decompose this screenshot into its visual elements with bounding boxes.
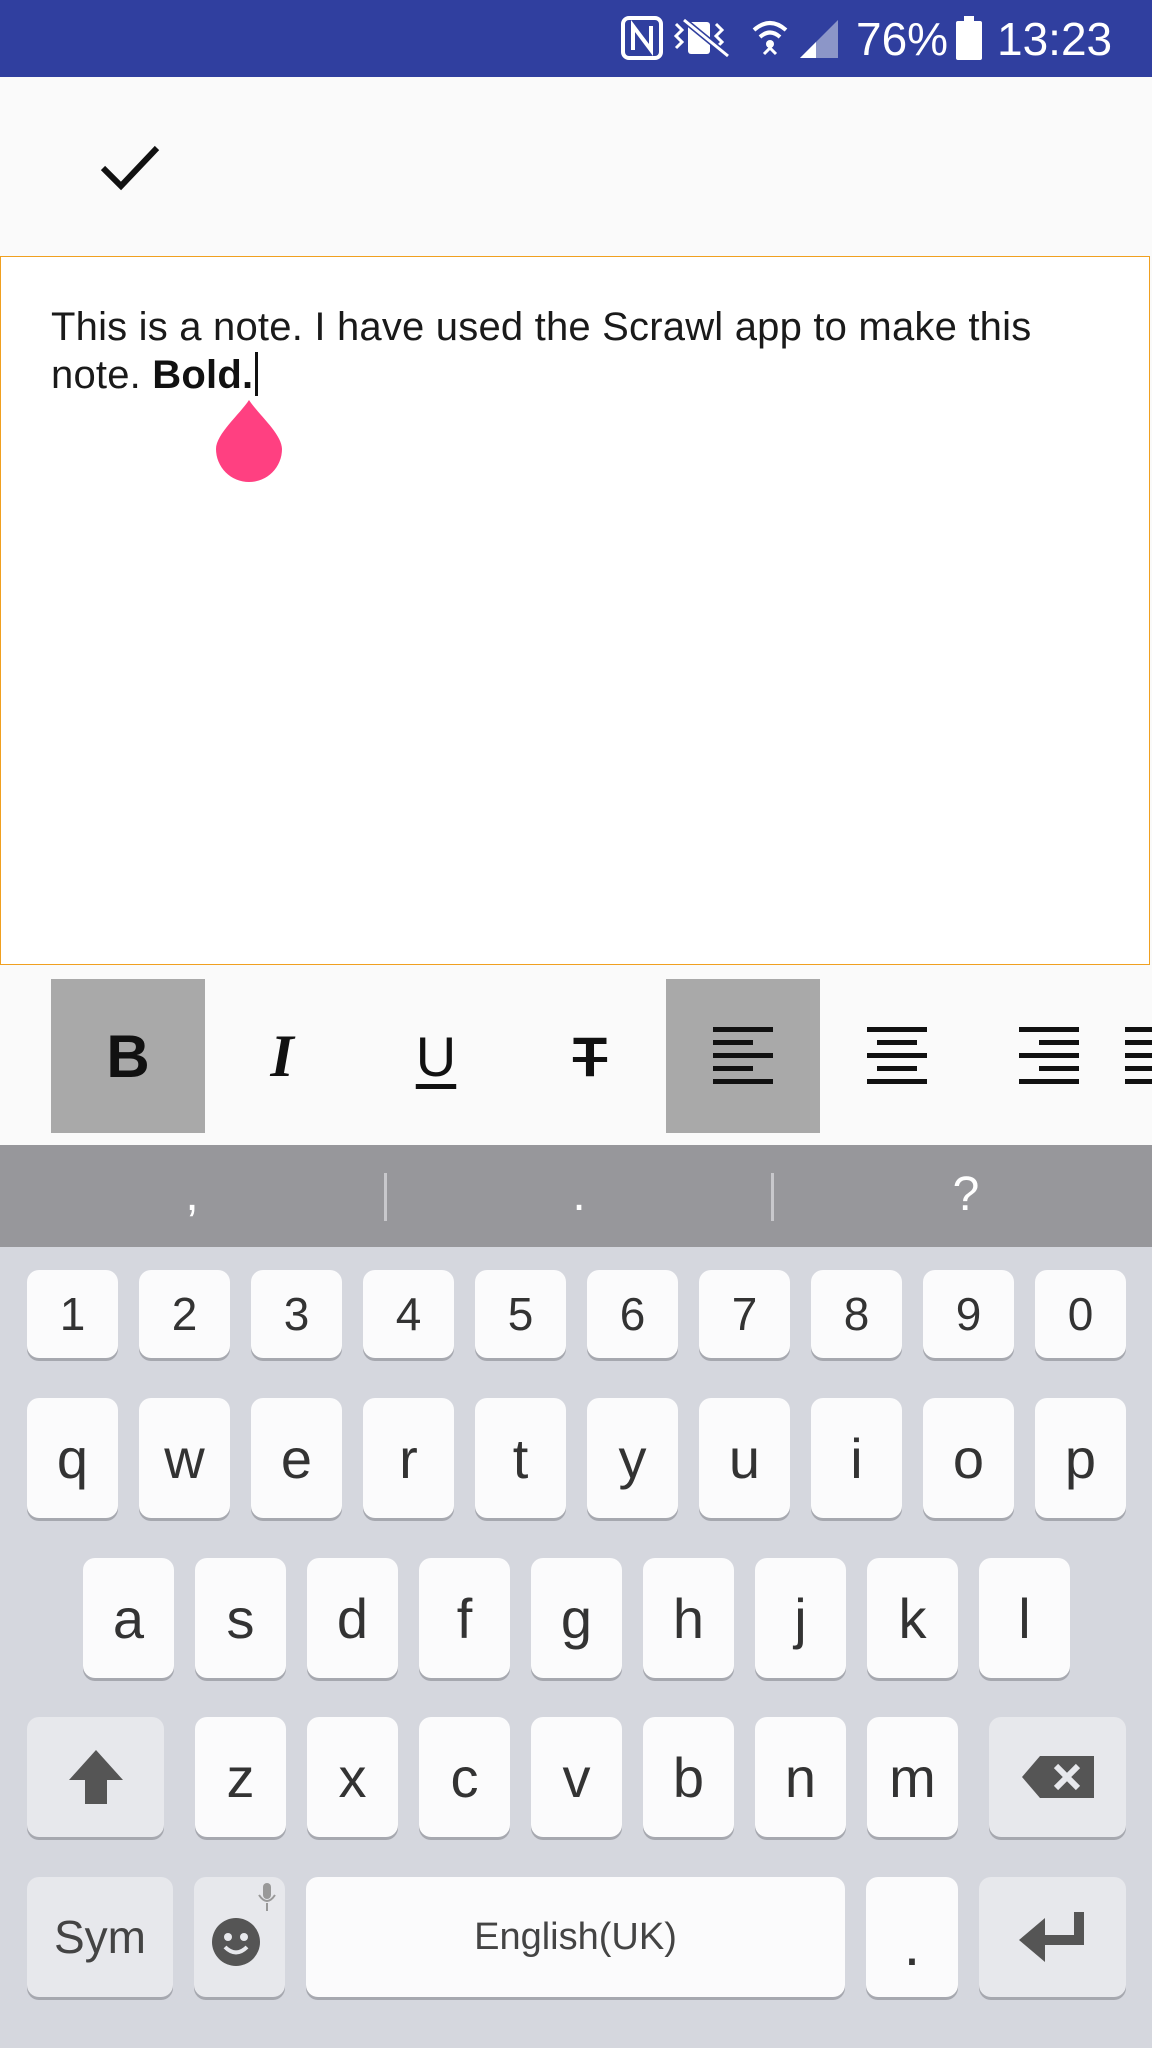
- format-toolbar: B I U T: [0, 966, 1152, 1144]
- key-2[interactable]: 2: [139, 1270, 230, 1358]
- space-key[interactable]: English(UK): [306, 1877, 845, 1997]
- key-5[interactable]: 5: [475, 1270, 566, 1358]
- strikethrough-button[interactable]: T: [513, 979, 667, 1133]
- period-key[interactable]: .: [866, 1877, 958, 1997]
- key-b[interactable]: b: [643, 1717, 734, 1837]
- key-m[interactable]: m: [867, 1717, 958, 1837]
- suggestion-period[interactable]: .: [387, 1145, 771, 1247]
- key-q[interactable]: q: [27, 1398, 118, 1518]
- key-h[interactable]: h: [643, 1558, 734, 1678]
- key-j[interactable]: j: [755, 1558, 846, 1678]
- key-y[interactable]: y: [587, 1398, 678, 1518]
- vibrate-icon: [673, 17, 730, 59]
- italic-icon: I: [270, 1022, 294, 1089]
- battery-icon: [956, 16, 982, 60]
- top-toolbar: [0, 77, 1152, 257]
- key-c[interactable]: c: [419, 1717, 510, 1837]
- sym-key[interactable]: Sym: [27, 1877, 173, 1997]
- bold-button[interactable]: B: [51, 979, 205, 1133]
- check-icon: [100, 145, 160, 191]
- shift-arrow-icon: [68, 1750, 123, 1804]
- key-w[interactable]: w: [139, 1398, 230, 1518]
- align-right-icon: [1019, 1027, 1079, 1084]
- shift-key[interactable]: [27, 1717, 164, 1837]
- key-i[interactable]: i: [811, 1398, 902, 1518]
- key-g[interactable]: g: [531, 1558, 622, 1678]
- align-center-button[interactable]: [820, 979, 974, 1133]
- align-right-button[interactable]: [972, 979, 1126, 1133]
- key-p[interactable]: p: [1035, 1398, 1126, 1518]
- key-0[interactable]: 0: [1035, 1270, 1126, 1358]
- wifi-icon: [752, 21, 788, 56]
- enter-icon: [1018, 1912, 1084, 1962]
- done-button[interactable]: [80, 117, 180, 217]
- key-e[interactable]: e: [251, 1398, 342, 1518]
- key-6[interactable]: 6: [587, 1270, 678, 1358]
- key-8[interactable]: 8: [811, 1270, 902, 1358]
- key-1[interactable]: 1: [27, 1270, 118, 1358]
- key-r[interactable]: r: [363, 1398, 454, 1518]
- align-center-icon: [867, 1027, 927, 1084]
- align-justify-button[interactable]: [1125, 979, 1152, 1133]
- backspace-icon: [1021, 1756, 1094, 1798]
- key-x[interactable]: x: [307, 1717, 398, 1837]
- align-left-icon: [713, 1027, 773, 1084]
- key-n[interactable]: n: [755, 1717, 846, 1837]
- mic-icon: [258, 1883, 276, 1911]
- suggestion-comma[interactable]: ,: [0, 1145, 384, 1247]
- note-text[interactable]: This is a note. I have used the Scrawl a…: [51, 303, 1091, 399]
- key-u[interactable]: u: [699, 1398, 790, 1518]
- underline-button[interactable]: U: [359, 979, 513, 1133]
- key-z[interactable]: z: [195, 1717, 286, 1837]
- text-caret: [255, 352, 259, 396]
- keyboard: 1 2 3 4 5 6 7 8 9 0 q w e r t y u i o p …: [0, 1247, 1152, 2048]
- italic-button[interactable]: I: [205, 979, 359, 1133]
- key-t[interactable]: t: [475, 1398, 566, 1518]
- backspace-key[interactable]: [989, 1717, 1126, 1837]
- align-justify-icon: [1125, 1027, 1152, 1084]
- key-s[interactable]: s: [195, 1558, 286, 1678]
- underline-icon: U: [415, 1024, 457, 1088]
- key-v[interactable]: v: [531, 1717, 622, 1837]
- strikethrough-icon: T: [572, 1024, 608, 1088]
- align-left-button[interactable]: [666, 979, 820, 1133]
- key-7[interactable]: 7: [699, 1270, 790, 1358]
- bold-icon: B: [106, 1022, 150, 1090]
- suggestion-question[interactable]: ?: [774, 1145, 1152, 1247]
- status-bar: 76% 13:23: [0, 0, 1152, 77]
- note-bold-text: Bold.: [152, 353, 254, 397]
- enter-key[interactable]: [979, 1877, 1126, 1997]
- key-f[interactable]: f: [419, 1558, 510, 1678]
- emoji-icon: [211, 1918, 260, 1966]
- clock: 13:23: [997, 13, 1113, 65]
- key-k[interactable]: k: [867, 1558, 958, 1678]
- key-3[interactable]: 3: [251, 1270, 342, 1358]
- key-d[interactable]: d: [307, 1558, 398, 1678]
- signal-icon: [800, 20, 838, 58]
- nfc-icon: [621, 16, 663, 60]
- key-a[interactable]: a: [83, 1558, 174, 1678]
- key-l[interactable]: l: [979, 1558, 1070, 1678]
- cursor-handle[interactable]: [216, 400, 282, 482]
- emoji-key[interactable]: [194, 1877, 285, 1997]
- key-o[interactable]: o: [923, 1398, 1014, 1518]
- battery-percent: 76%: [856, 13, 949, 65]
- suggestion-bar: , . ?: [0, 1145, 1152, 1247]
- key-9[interactable]: 9: [923, 1270, 1014, 1358]
- key-4[interactable]: 4: [363, 1270, 454, 1358]
- note-editor[interactable]: This is a note. I have used the Scrawl a…: [0, 256, 1150, 965]
